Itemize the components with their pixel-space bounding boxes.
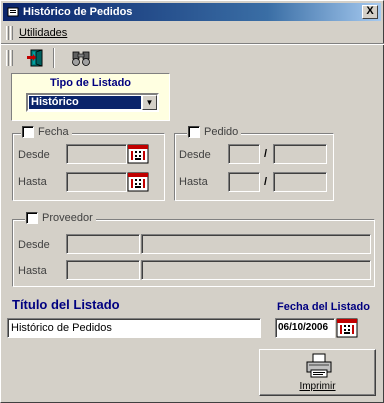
proveedor-hasta-label: Hasta: [18, 265, 47, 277]
titulo-listado-label: Título del Listado: [12, 297, 120, 312]
fecha-desde-label: Desde: [18, 149, 50, 161]
exit-door-icon: [27, 49, 43, 67]
title-bar[interactable]: Histórico de Pedidos X: [3, 3, 381, 21]
calendar-icon: [127, 144, 149, 164]
pedido-desde-label: Desde: [179, 149, 211, 161]
fecha-hasta-calendar-button[interactable]: [127, 172, 149, 192]
fecha-listado-calendar-button[interactable]: [336, 318, 358, 338]
toolbar-separator: [53, 48, 55, 68]
toolbar-grip: [6, 50, 9, 66]
fecha-label: Fecha: [38, 126, 69, 138]
fecha-legend: Fecha: [21, 126, 72, 138]
proveedor-desde-name-input[interactable]: [141, 234, 371, 254]
menu-separator: [1, 43, 384, 45]
proveedor-desde-label: Desde: [18, 239, 50, 251]
fecha-hasta-label: Hasta: [18, 176, 47, 188]
calendar-icon: [336, 318, 358, 338]
menu-utilidades[interactable]: Utilidades: [19, 27, 67, 39]
tipo-listado-value: Histórico: [29, 96, 141, 109]
pedido-hasta-label: Hasta: [179, 176, 208, 188]
window-title: Histórico de Pedidos: [23, 6, 133, 18]
pedido-desde-serie-input[interactable]: [228, 144, 260, 164]
tipo-listado-label: Tipo de Listado: [49, 77, 132, 89]
menu-bar: Utilidades: [3, 23, 381, 43]
toolbar: [3, 46, 381, 70]
proveedor-hasta-name-input[interactable]: [141, 260, 371, 280]
proveedor-desde-code-input[interactable]: [66, 234, 140, 254]
app-icon: [7, 7, 19, 17]
proveedor-checkbox[interactable]: [26, 212, 38, 224]
menu-grip: [6, 26, 9, 40]
pedido-checkbox[interactable]: [188, 126, 200, 138]
binoculars-icon: [72, 51, 90, 66]
fecha-desde-calendar-button[interactable]: [127, 144, 149, 164]
tipo-listado-panel: Tipo de Listado Histórico ▼: [11, 73, 170, 121]
close-button[interactable]: X: [362, 5, 378, 19]
fecha-checkbox[interactable]: [22, 126, 34, 138]
menu-grip: [10, 26, 13, 40]
pedido-label: Pedido: [204, 126, 239, 138]
titulo-listado-input[interactable]: Histórico de Pedidos: [7, 318, 261, 338]
pedido-hasta-serie-input[interactable]: [228, 172, 260, 192]
print-label: Imprimir: [299, 381, 336, 392]
pedido-legend: Pedido: [187, 126, 242, 138]
exit-button[interactable]: [25, 47, 49, 69]
chevron-down-icon[interactable]: ▼: [142, 95, 157, 110]
calendar-icon: [127, 172, 149, 192]
fecha-desde-input[interactable]: [66, 144, 127, 164]
toolbar-grip: [10, 50, 13, 66]
pedido-hasta-numero-input[interactable]: [273, 172, 327, 192]
proveedor-hasta-code-input[interactable]: [66, 260, 140, 280]
window: Histórico de Pedidos X Utilidades Tipo d…: [0, 0, 384, 403]
tipo-listado-select[interactable]: Histórico ▼: [26, 93, 159, 112]
pedido-hasta-separator: /: [264, 176, 268, 188]
proveedor-label: Proveedor: [42, 212, 93, 224]
proveedor-legend: Proveedor: [25, 212, 96, 224]
close-icon: X: [366, 5, 374, 17]
fecha-listado-label: Fecha del Listado: [277, 301, 370, 313]
pedido-desde-separator: /: [264, 148, 268, 160]
fecha-listado-input[interactable]: 06/10/2006: [275, 318, 335, 338]
printer-icon: [306, 353, 332, 378]
pedido-desde-numero-input[interactable]: [273, 144, 327, 164]
search-button[interactable]: [69, 47, 93, 69]
fecha-hasta-input[interactable]: [66, 172, 127, 192]
print-button[interactable]: Imprimir: [259, 349, 376, 396]
